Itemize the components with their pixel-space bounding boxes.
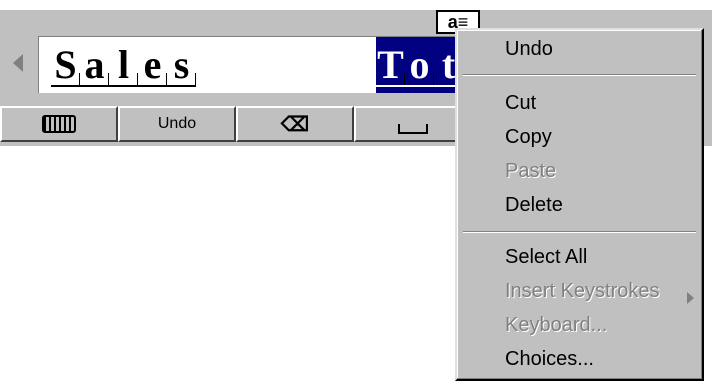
char-box[interactable]: a [80, 45, 109, 85]
arrow-left-icon [13, 54, 23, 72]
char-box-selected[interactable]: T [376, 45, 405, 85]
menu-item-keyboard: Keyboard... [505, 314, 608, 336]
context-menu: Undo Cut Copy Paste Delete Select All In… [455, 28, 704, 381]
keyboard-icon [42, 115, 76, 133]
menu-item-copy[interactable]: Copy [505, 126, 552, 149]
comb-guide: S a l e s [51, 45, 196, 87]
menu-item-insert-keystrokes: Insert Keystrokes [505, 280, 660, 302]
menu-separator [463, 231, 696, 233]
menu-separator [463, 74, 696, 76]
menu-item-undo[interactable]: Undo [505, 38, 553, 61]
menu-item-choices[interactable]: Choices... [505, 348, 594, 371]
scroll-left-button[interactable] [4, 36, 32, 90]
space-icon [398, 124, 428, 134]
char-box[interactable]: S [51, 45, 80, 85]
char-box[interactable]: e [138, 45, 167, 85]
char-box[interactable]: s [167, 45, 196, 85]
char-box[interactable]: l [109, 45, 138, 85]
backspace-icon: ⌫ [280, 113, 310, 136]
menu-item-cut[interactable]: Cut [505, 92, 536, 115]
char-box-selected[interactable]: o [405, 45, 434, 85]
menu-item-paste: Paste [505, 160, 557, 182]
menu-item-delete[interactable]: Delete [505, 194, 563, 217]
menu-item-select-all[interactable]: Select All [505, 246, 587, 269]
submenu-arrow-icon [687, 292, 694, 304]
undo-button[interactable]: Undo [118, 106, 236, 142]
backspace-button[interactable]: ⌫ [236, 106, 354, 142]
keyboard-button[interactable] [0, 106, 118, 142]
